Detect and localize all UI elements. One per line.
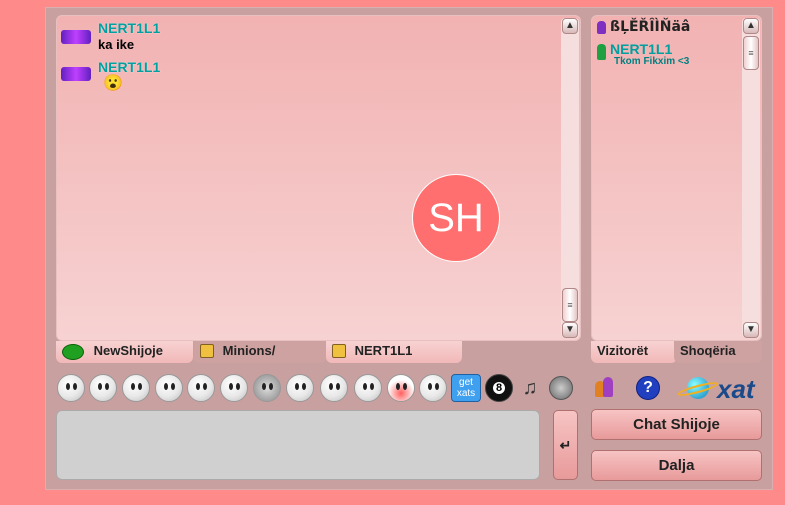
message-input[interactable] [56,410,540,480]
chat-bubble-icon [62,343,84,360]
smiley-icon[interactable] [286,374,314,402]
message-text: ka ike [98,37,135,52]
enter-icon: ↵ [559,437,572,453]
smiley-icon[interactable] [187,374,215,402]
logout-button-label: Dalja [658,457,695,474]
smiley-icon[interactable] [122,374,150,402]
get-xats-label: get xats [456,377,476,399]
user-icon [597,21,606,34]
eight-ball-icon[interactable]: 8 [485,374,513,402]
friends-icon[interactable] [595,377,619,399]
smiley-icon[interactable] [89,374,117,402]
message-username[interactable]: NERT1L1 [98,20,160,36]
tab-label: NewShijoje [93,343,163,358]
chat-button[interactable]: Chat Shijoje [591,409,762,440]
avatar[interactable] [61,67,91,81]
scroll-thumb[interactable]: ≡ [743,36,759,70]
scroll-down-button[interactable]: ▼ [743,322,759,338]
userlist-item[interactable]: ßĻĚŘÎÌŇäâ [610,19,690,35]
scroll-down-button[interactable]: ▼ [562,322,578,338]
user-initials-avatar: SH [412,174,500,262]
userlist-scrollbar[interactable]: ▲ ≡ ▼ [742,18,760,338]
lock-icon [200,343,214,358]
tab-label: Minions/ [222,343,276,358]
tab-visitors[interactable]: Vizitorët [591,341,677,363]
tab-label: NERT1L1 [354,343,413,358]
scroll-up-button[interactable]: ▲ [562,18,578,34]
smiley-icon[interactable] [419,374,447,402]
tab-main-chat[interactable]: NewShijoje [56,341,193,363]
get-xats-button[interactable]: get xats [451,374,481,402]
userlist-item[interactable]: NERT1L1 [610,41,672,57]
smiley-icon[interactable] [57,374,85,402]
smiley-icon[interactable] [220,374,248,402]
message-smiley: 😮 [103,75,123,92]
tab-private-2[interactable]: NERT1L1 [326,341,462,363]
send-button[interactable]: ↵ [553,410,578,480]
tab-label: Shoqëria [680,343,736,358]
chat-button-label: Chat Shijoje [633,416,720,433]
sound-icon[interactable] [549,376,573,400]
music-mute-icon[interactable]: ♫ [518,376,542,400]
tab-label: Vizitorët [597,343,649,358]
smiley-icon[interactable] [155,374,183,402]
logo-text: xat [717,374,755,404]
smiley-icon[interactable] [354,374,382,402]
smiley-icon[interactable] [253,374,281,402]
tab-friends[interactable]: Shoqëria [674,341,762,363]
avatar[interactable] [61,30,91,44]
message-scrollbar[interactable]: ▲ ≡ ▼ [561,18,579,338]
scroll-thumb[interactable]: ≡ [562,288,578,322]
xat-logo[interactable]: xat [675,374,765,404]
help-icon[interactable]: ? [636,376,660,400]
scroll-up-button[interactable]: ▲ [743,18,759,34]
smiley-icon[interactable] [387,374,415,402]
smiley-icon[interactable] [320,374,348,402]
user-icon [597,44,606,60]
tab-private-1[interactable]: Minions/ [194,341,326,363]
logout-button[interactable]: Dalja [591,450,762,481]
lock-icon [332,343,346,358]
userlist-status: Tkom Fikxim <3 [614,56,690,67]
